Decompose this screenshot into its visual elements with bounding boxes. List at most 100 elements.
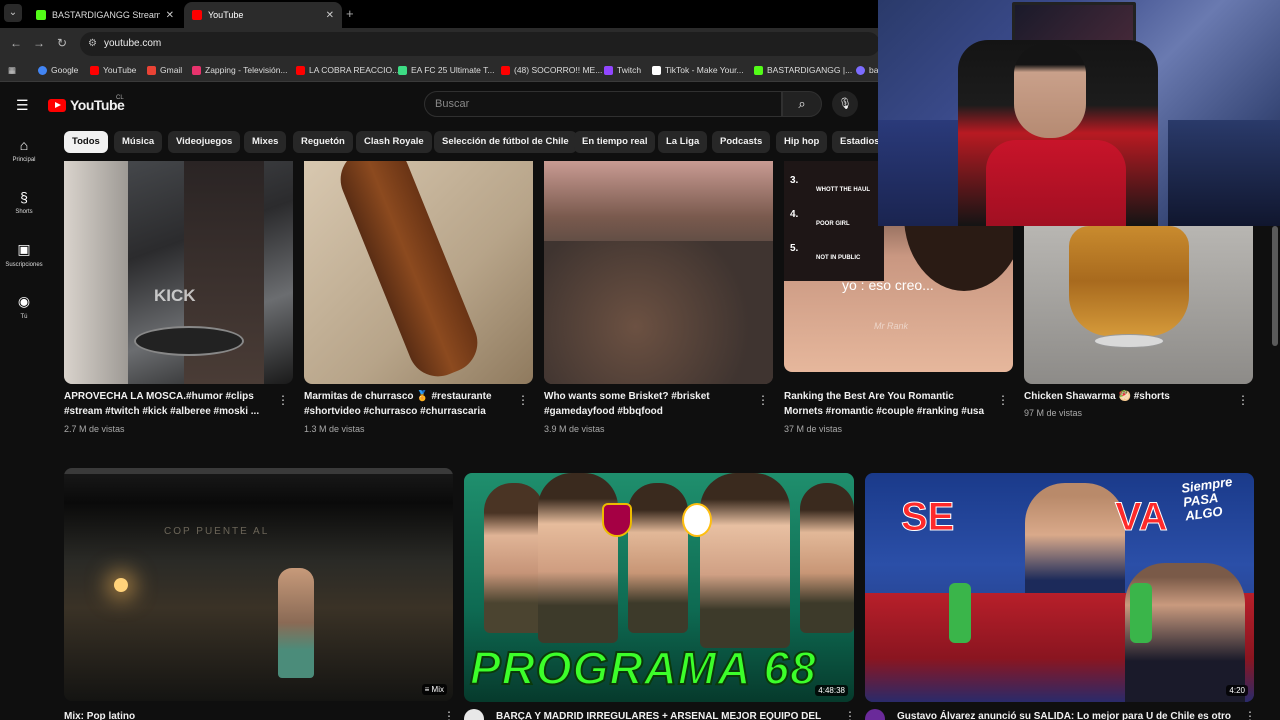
close-tab-icon[interactable]: ✕ [166, 10, 174, 21]
search-placeholder: Buscar [435, 98, 470, 110]
tab-title: BASTARDIGANGG Stream - Wa [52, 10, 160, 20]
video-thumbnail[interactable]: COP PUENTE AL ≡ Mix [64, 468, 453, 701]
short-title[interactable]: Who wants some Brisket? #brisket #gameda… [544, 389, 750, 419]
building-sign: COP PUENTE AL [164, 526, 270, 537]
chip-hip-hop[interactable]: Hip hop [776, 131, 828, 153]
ranking-number: 4. [790, 209, 799, 220]
more-options-icon[interactable]: ⋮ [443, 709, 455, 720]
more-options-icon[interactable]: ⋮ [1244, 709, 1256, 720]
sidebar-item-label: Shorts [15, 209, 33, 215]
close-tab-icon[interactable]: ✕ [326, 10, 334, 21]
short-views: 37 M de vistas [784, 424, 843, 434]
chip-en-tiempo-real[interactable]: En tiempo real [574, 131, 656, 153]
bookmark-ba[interactable]: ba [856, 65, 878, 75]
tab-kick-stream[interactable]: BASTARDIGANGG Stream - Wa ✕ [28, 2, 182, 28]
video-thumbnail[interactable]: SE VA Siempre PASA ALGO 4:20 [865, 473, 1254, 702]
ranking-number: 5. [790, 243, 799, 254]
more-options-icon[interactable]: ⋮ [517, 393, 529, 407]
shorts-icon: § [20, 189, 28, 205]
video-title[interactable]: BARÇA Y MADRID IRREGULARES + ARSENAL MEJ… [496, 709, 826, 720]
bookmark-twitch[interactable]: Twitch [604, 65, 641, 75]
va-text: VA [1115, 495, 1169, 540]
sidebar-item-label: Principal [12, 157, 36, 163]
channel-avatar[interactable] [464, 709, 484, 720]
video-title[interactable]: Gustavo Álvarez anunció su SALIDA: Lo me… [897, 709, 1232, 720]
search-icon: ⌕ [798, 96, 806, 111]
tab-youtube[interactable]: YouTube ✕ [184, 2, 342, 28]
caption-overlay: yo : eso creo... [842, 277, 934, 293]
bookmark-zapping[interactable]: Zapping - Televisión... [192, 65, 288, 75]
scrollbar-thumb[interactable] [1272, 226, 1278, 346]
menu-icon[interactable]: ☰ [16, 97, 29, 114]
chip-musica[interactable]: Música [114, 131, 163, 153]
chip-podcasts[interactable]: Podcasts [712, 131, 771, 153]
sidebar-item-you[interactable]: ◉ Tú [0, 293, 48, 320]
bookmark-youtube[interactable]: YouTube [90, 65, 136, 75]
mix-badge: ≡ Mix [421, 684, 447, 695]
address-bar[interactable]: ⚙ youtube.com [80, 32, 880, 56]
back-icon[interactable]: ← [10, 36, 22, 50]
bookmark-ea-fc[interactable]: EA FC 25 Ultimate T... [398, 65, 494, 75]
bookmark-gmail[interactable]: Gmail [147, 65, 182, 75]
tab-search-button[interactable]: ⌄ [4, 4, 22, 22]
search-button[interactable]: ⌕ [782, 91, 822, 117]
zapping-icon [192, 65, 201, 75]
chip-todos[interactable]: Todos [64, 131, 108, 153]
tiktok-icon [652, 65, 661, 75]
youtube-logo[interactable]: YouTube CL [48, 95, 125, 113]
short-views: 97 M de vistas [1024, 408, 1083, 418]
short-thumbnail[interactable]: KICK [64, 161, 293, 384]
more-options-icon[interactable]: ⋮ [757, 393, 769, 407]
apps-icon[interactable]: ▦ [8, 65, 16, 76]
more-options-icon[interactable]: ⋮ [844, 709, 856, 720]
short-thumbnail[interactable] [304, 161, 533, 384]
new-tab-icon[interactable]: + [346, 6, 354, 21]
short-thumbnail[interactable] [544, 161, 773, 384]
bookmark-label: LA COBRA REACCIO... [309, 65, 400, 75]
bookmark-la-cobra[interactable]: LA COBRA REACCIO... [296, 65, 399, 75]
chip-videojuegos[interactable]: Videojuegos [168, 131, 241, 153]
video-thumbnail[interactable]: PROGRAMA 68 4:48:38 [464, 473, 854, 702]
short-title[interactable]: Ranking the Best Are You Romantic Mornet… [784, 389, 994, 419]
ea-fc-icon [398, 65, 407, 75]
forward-icon[interactable]: → [33, 36, 45, 50]
google-icon [38, 65, 47, 75]
bookmark-tiktok[interactable]: TikTok - Make Your... [652, 65, 744, 75]
sidebar-item-home[interactable]: ⌂ Principal [0, 137, 48, 163]
chip-regueton[interactable]: Reguetón [293, 131, 353, 153]
bookmark-socorro[interactable]: (48) SOCORRO!! ME... [501, 65, 602, 75]
reload-icon[interactable]: ↻ [57, 36, 67, 50]
chip-estadios[interactable]: Estadios [832, 131, 880, 153]
short-thumbnail[interactable] [1024, 226, 1253, 384]
tab-title: YouTube [208, 10, 244, 20]
short-title[interactable]: Chicken Shawarma 🥙 #shorts [1024, 389, 1230, 404]
search-input[interactable]: Buscar [424, 91, 782, 117]
sidebar-item-subscriptions[interactable]: ▣ Suscripciones [0, 241, 48, 268]
channel-avatar[interactable] [865, 709, 885, 720]
chip-clash-royale[interactable]: Clash Royale [356, 131, 432, 153]
ranking-label: WHOTT THE HAUL [816, 187, 870, 193]
sidebar-item-shorts[interactable]: § Shorts [0, 189, 48, 215]
gmail-icon [147, 65, 156, 75]
video-title[interactable]: Mix: Pop latino [64, 709, 424, 720]
site-info-icon[interactable]: ⚙ [88, 38, 97, 49]
chip-mixes[interactable]: Mixes [244, 131, 287, 153]
bookmark-google[interactable]: Google [38, 65, 78, 75]
bookmark-site-icon [856, 65, 865, 75]
short-title[interactable]: Marmitas de churrasco 🏅 #restaurante #sh… [304, 389, 510, 419]
home-icon: ⌂ [19, 137, 29, 153]
bookmark-bastardigangg[interactable]: BASTARDIGANGG |... [754, 65, 852, 75]
chip-la-liga[interactable]: La Liga [658, 131, 708, 153]
voice-search-button[interactable]: 🎙 [832, 91, 858, 117]
more-options-icon[interactable]: ⋮ [997, 393, 1009, 407]
bookmark-label: Zapping - Televisión... [205, 65, 288, 75]
short-views: 2.7 M de vistas [64, 424, 125, 434]
country-code: CL [116, 95, 124, 101]
more-options-icon[interactable]: ⋮ [1237, 393, 1249, 407]
chip-seleccion-chile[interactable]: Selección de fútbol de Chile [434, 131, 577, 153]
more-options-icon[interactable]: ⋮ [277, 393, 289, 407]
duration-badge: 4:20 [1226, 685, 1248, 696]
twitch-icon [604, 65, 613, 75]
se-text: SE [900, 495, 955, 540]
short-title[interactable]: APROVECHA LA MOSCA.#humor #clips #stream… [64, 389, 270, 419]
